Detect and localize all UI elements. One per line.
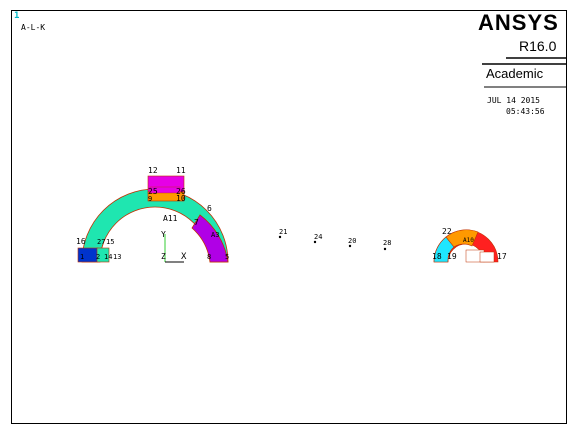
area-label-a3: A3 (211, 231, 219, 239)
area-ring-right-base (479, 251, 495, 263)
keypoint-11: 11 (176, 166, 186, 175)
keypoint-24: 24 (314, 233, 322, 241)
model-viewport[interactable]: Y Z X 12 11 25 26 9 10 A11 6 7 A3 16 27 … (0, 0, 584, 438)
keypoint-19: 19 (447, 252, 457, 261)
keypoint-21: 21 (279, 228, 287, 236)
keypoint-10: 10 (176, 194, 186, 203)
keypoint-7: 7 (194, 218, 199, 227)
keypoint-8: 8 (207, 253, 211, 261)
keypoint-14: 14 (104, 253, 112, 261)
keypoint-22: 22 (442, 227, 452, 236)
keypoint-28: 28 (383, 239, 391, 247)
keypoint-5: 5 (225, 253, 229, 261)
keypoint-15: 15 (106, 238, 114, 246)
keypoint-20: 20 (348, 237, 356, 245)
keypoint-13: 13 (113, 253, 121, 261)
y-axis-label: Y (161, 230, 166, 239)
keypoint-1: 1 (80, 253, 84, 261)
keypoint-12: 12 (148, 166, 158, 175)
keypoint-6: 6 (207, 204, 212, 213)
keypoint-18: 18 (432, 252, 442, 261)
area-label-a10: A10 (463, 237, 474, 244)
keypoint-17: 17 (497, 252, 507, 261)
keypoint-9: 9 (148, 195, 152, 203)
keypoint-2: 2 (96, 253, 100, 261)
area-label-a11: A11 (163, 214, 178, 223)
z-axis-label: Z (161, 252, 166, 261)
keypoint-27: 27 (97, 238, 105, 246)
keypoint-dots (278, 235, 387, 251)
x-axis-label: X (181, 252, 187, 262)
keypoint-16: 16 (76, 237, 86, 246)
